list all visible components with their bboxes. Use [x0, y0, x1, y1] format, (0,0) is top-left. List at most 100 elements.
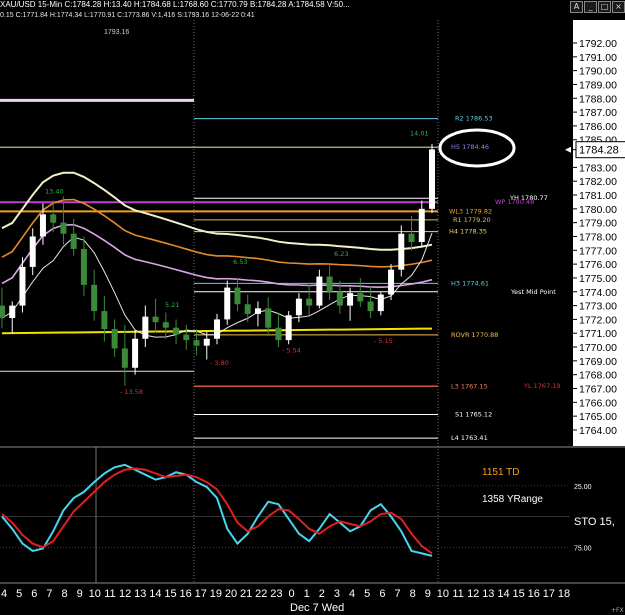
price-tick-label: 1790.00 [579, 66, 617, 78]
candle-body [398, 233, 405, 270]
price-tick-label: 1786.00 [579, 121, 617, 133]
candle-body [326, 276, 333, 292]
price-tick-label: 1774.00 [579, 287, 617, 299]
time-tick-label: 5 [364, 588, 370, 600]
time-tick-label: 3 [334, 588, 340, 600]
candle-body [265, 308, 272, 328]
stochastic-panel: 25.00 75.00 1151 TD 1358 YRange STO 15, [0, 463, 615, 557]
chart-canvas: R2 1786.53H5 1784.46YH 1780.77WP 1780.48… [0, 20, 625, 614]
price-tick-label: 1787.00 [579, 107, 617, 119]
last-price-arrow-icon [565, 146, 571, 153]
candle-body [408, 233, 415, 243]
swing-label: - 5.15 [374, 337, 393, 345]
candle-body [316, 276, 323, 306]
swing-label: 5.21 [165, 301, 179, 309]
level-label: S1 1765.12 [455, 410, 492, 418]
candle-body [244, 304, 251, 314]
time-tick-label: 21 [240, 588, 252, 600]
level-label: WL3 1779.82 [449, 207, 492, 215]
price-tick-label: 1777.00 [579, 245, 617, 257]
time-tick-label: 5 [16, 588, 22, 600]
swing-label: - 5.54 [282, 347, 301, 355]
swing-label: 13.40 [45, 188, 64, 196]
time-tick-label: 15 [512, 588, 524, 600]
time-tick-label: 17 [195, 588, 207, 600]
candle-body [254, 308, 261, 314]
candle-body [193, 340, 200, 346]
price-tick-label: 1773.00 [579, 301, 617, 313]
candle-body [50, 214, 57, 223]
candle-body [0, 305, 5, 319]
time-tick-label: 2 [319, 588, 325, 600]
candle-body [80, 248, 87, 285]
level-label: ROVR 1770.88 [451, 331, 498, 339]
time-tick-label: 15 [164, 588, 176, 600]
candle-body [60, 222, 67, 234]
time-tick-label: 13 [482, 588, 494, 600]
swing-annotations: 13.40 5.21 6.53 6.23 14.01 - 13.58 - 3.80 - 5.5… [45, 130, 429, 396]
sto-tick-label: 75.00 [574, 545, 592, 552]
time-tick-label: 9 [77, 588, 83, 600]
price-tick-label: 1765.00 [579, 411, 617, 423]
candle-body [70, 233, 77, 249]
level-label: R2 1786.53 [455, 115, 493, 123]
price-candles [0, 143, 435, 386]
time-tick-label: 7 [46, 588, 52, 600]
candle-body [121, 348, 128, 368]
candle-body [9, 305, 16, 319]
time-tick-label: 12 [119, 588, 131, 600]
time-tick-label: 16 [528, 588, 540, 600]
time-tick-label: 16 [179, 588, 191, 600]
price-tick-label: 1788.00 [579, 93, 617, 105]
candle-body [101, 311, 108, 330]
time-tick-label: 11 [452, 588, 463, 600]
time-tick-label: 4 [1, 588, 7, 600]
level-label: H3 1774.61 [451, 279, 489, 287]
price-tick-label: 1772.00 [579, 314, 617, 326]
time-tick-label: 10 [89, 588, 101, 600]
level-label: YL 1767.19 [523, 382, 561, 390]
price-tick-label: 1784.28 [579, 145, 619, 157]
time-tick-label: 9 [425, 588, 431, 600]
price-tick-label: 1770.00 [579, 342, 617, 354]
candle-body [357, 293, 364, 302]
candle-body [285, 315, 292, 341]
candle-body [142, 316, 149, 339]
time-tick-label: 18 [558, 588, 570, 600]
level-label: H5 1784.46 [451, 143, 489, 151]
sto-k-line [1, 463, 433, 557]
time-tick-label: 12 [467, 588, 479, 600]
price-tick-label: 1769.00 [579, 356, 617, 368]
time-tick-label: 13 [134, 588, 146, 600]
moving-averages [1, 171, 433, 338]
sto-tick-label: 25.00 [574, 484, 592, 491]
candle-body [347, 293, 354, 306]
candle-body [224, 287, 231, 320]
swing-label: 6.53 [233, 258, 247, 266]
swing-label: 14.01 [410, 130, 429, 138]
price-tick-label: 1779.00 [579, 218, 617, 230]
price-tick-label: 1780.00 [579, 204, 617, 216]
price-tick-label: 1771.00 [579, 328, 617, 340]
price-tick-label: 1775.00 [579, 273, 617, 285]
swing-label: - 3.80 [210, 359, 229, 367]
time-tick-label: 14 [149, 588, 161, 600]
time-tick-label: 1 [304, 588, 310, 600]
candle-body [275, 327, 282, 341]
time-tick-label: 23 [270, 588, 282, 600]
time-tick-label: 11 [104, 588, 115, 600]
time-tick-label: 20 [225, 588, 237, 600]
time-tick-label: 17 [543, 588, 555, 600]
candle-body [91, 284, 98, 312]
candle-body [214, 319, 220, 339]
time-tick-label: 6 [379, 588, 385, 600]
candle-body [306, 298, 313, 306]
candle-body [152, 316, 159, 323]
price-tick-label: 1781.00 [579, 190, 617, 202]
level-label: Yest Mid Point [510, 288, 556, 296]
candle-body [111, 329, 118, 349]
candle-body [183, 334, 190, 341]
level-label: R1 1779.20 [453, 216, 491, 224]
time-tick-label: 10 [437, 588, 449, 600]
price-tick-label: 1782.00 [579, 176, 617, 188]
